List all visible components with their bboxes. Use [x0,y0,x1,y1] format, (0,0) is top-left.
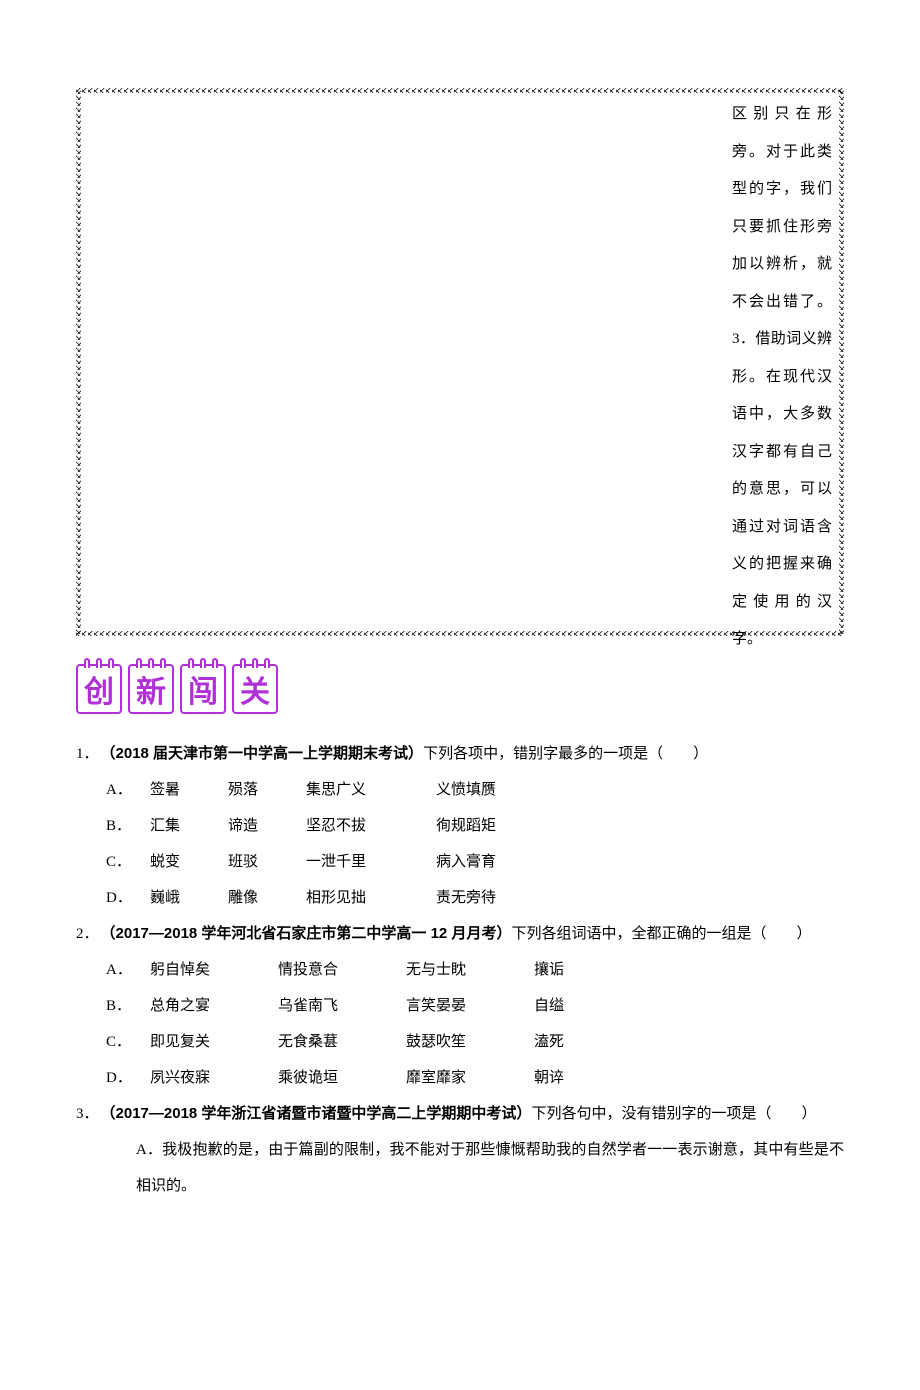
word: 溘死 [534,1024,564,1060]
option-label: B． [106,988,150,1024]
question-number: 3． [76,1096,99,1132]
option-row: B． 汇集 谛造 坚忍不拔 徇规蹈矩 [106,808,844,844]
option-text: 我极抱歉的是，由于篇副的限制，我不能对于那些慷慨帮助我的自然学者一一表示谢意，其… [136,1142,844,1194]
word: 一泄千里 [306,844,436,880]
option-row: B． 总角之宴 乌雀南飞 言笑晏晏 自缢 [106,988,844,1024]
question-1-options: A． 签暑 殒落 集思广义 义愤填赝 B． 汇集 谛造 坚忍不拔 徇规蹈矩 C．… [76,772,844,916]
word: 乌雀南飞 [278,988,406,1024]
question-2-options: A． 躬自悼矣 情投意合 无与士眈 攘诟 B． 总角之宴 乌雀南飞 言笑晏晏 自… [76,952,844,1096]
heading-char-2: 新 [128,664,174,714]
word: 攘诟 [534,952,564,988]
question-stem: 下列各句中，没有错别字的一项是（ ） [531,1106,816,1122]
heading-char-text: 新 [136,667,166,711]
question-3: 3． （2017—2018 学年浙江省诸暨市诸暨中学高二上学期期中考试）下列各句… [76,1096,844,1132]
question-1: 1． （2018 届天津市第一中学高一上学期期末考试）下列各项中，错别字最多的一… [76,736,844,772]
side-note-text: 区别只在形旁。对于此类型的字，我们只要抓住形旁加以辨析，就不会出错了。3．借助词… [732,96,832,659]
word: 巍峨 [150,880,228,916]
question-source: （2017—2018 学年浙江省诸暨市诸暨中学高二上学期期中考试） [101,1105,532,1122]
question-number: 2． [76,916,99,952]
option-words: 蜕变 班驳 一泄千里 病入膏育 [150,844,496,880]
heading-char-4: 关 [232,664,278,714]
option-label: B． [106,808,150,844]
question-body: （2017—2018 学年浙江省诸暨市诸暨中学高二上学期期中考试）下列各句中，没… [101,1096,844,1132]
word: 即见复关 [150,1024,278,1060]
option-row: D． 巍峨 雕像 相形见拙 责无旁待 [106,880,844,916]
question-stem: 下列各项中，错别字最多的一项是（ ） [423,746,708,762]
word: 无食桑葚 [278,1024,406,1060]
heading-char-text: 关 [240,667,270,711]
option-row: A． 躬自悼矣 情投意合 无与士眈 攘诟 [106,952,844,988]
word: 乘彼诡垣 [278,1060,406,1096]
option-words: 夙兴夜寐 乘彼诡垣 靡室靡家 朝谇 [150,1060,564,1096]
option-words: 巍峨 雕像 相形见拙 责无旁待 [150,880,496,916]
option-label: C． [106,844,150,880]
option-row: D． 夙兴夜寐 乘彼诡垣 靡室靡家 朝谇 [106,1060,844,1096]
question-body: （2017—2018 学年河北省石家庄市第二中学高一 12 月月考）下列各组词语… [101,916,844,952]
question-number: 1． [76,736,99,772]
word: 谛造 [228,808,306,844]
question-source: （2017—2018 学年河北省石家庄市第二中学高一 12 月月考） [101,925,512,942]
word: 雕像 [228,880,306,916]
zigzag-border-bottom [76,631,844,636]
zigzag-border-left [76,88,81,636]
note-box: 区别只在形旁。对于此类型的字，我们只要抓住形旁加以辨析，就不会出错了。3．借助词… [76,88,844,636]
questions-block: 1． （2018 届天津市第一中学高一上学期期末考试）下列各项中，错别字最多的一… [76,736,844,1204]
option-words: 签暑 殒落 集思广义 义愤填赝 [150,772,496,808]
word: 总角之宴 [150,988,278,1024]
option-row: A． 签暑 殒落 集思广义 义愤填赝 [106,772,844,808]
option-row: A．我极抱歉的是，由于篇副的限制，我不能对于那些慷慨帮助我的自然学者一一表示谢意… [106,1132,844,1204]
option-label: D． [106,1060,150,1096]
heading-char-3: 闯 [180,664,226,714]
word: 签暑 [150,772,228,808]
word: 言笑晏晏 [406,988,534,1024]
zigzag-border-right [839,88,844,636]
word: 躬自悼矣 [150,952,278,988]
zigzag-border-top [76,88,844,93]
heading-char-text: 闯 [188,667,218,711]
question-2: 2． （2017—2018 学年河北省石家庄市第二中学高一 12 月月考）下列各… [76,916,844,952]
option-words: 总角之宴 乌雀南飞 言笑晏晏 自缢 [150,988,564,1024]
word: 责无旁待 [436,880,496,916]
question-source: （2018 届天津市第一中学高一上学期期末考试） [101,745,424,762]
question-3-options: A．我极抱歉的是，由于篇副的限制，我不能对于那些慷慨帮助我的自然学者一一表示谢意… [76,1132,844,1204]
option-row: C． 即见复关 无食桑葚 鼓瑟吹笙 溘死 [106,1024,844,1060]
word: 班驳 [228,844,306,880]
word: 靡室靡家 [406,1060,534,1096]
word: 相形见拙 [306,880,436,916]
word: 无与士眈 [406,952,534,988]
word: 自缢 [534,988,564,1024]
option-label: C． [106,1024,150,1060]
word: 蜕变 [150,844,228,880]
option-label: A． [136,1142,162,1158]
word: 情投意合 [278,952,406,988]
option-label: D． [106,880,150,916]
option-label: A． [106,952,150,988]
option-label: A． [106,772,150,808]
word: 坚忍不拔 [306,808,436,844]
option-words: 躬自悼矣 情投意合 无与士眈 攘诟 [150,952,564,988]
word: 鼓瑟吹笙 [406,1024,534,1060]
word: 病入膏育 [436,844,496,880]
option-words: 即见复关 无食桑葚 鼓瑟吹笙 溘死 [150,1024,564,1060]
option-words: 汇集 谛造 坚忍不拔 徇规蹈矩 [150,808,496,844]
word: 集思广义 [306,772,436,808]
heading-char-text: 创 [84,667,114,711]
word: 徇规蹈矩 [436,808,496,844]
section-heading: 创 新 闯 关 [76,664,920,714]
word: 义愤填赝 [436,772,496,808]
word: 夙兴夜寐 [150,1060,278,1096]
word: 朝谇 [534,1060,564,1096]
question-body: （2018 届天津市第一中学高一上学期期末考试）下列各项中，错别字最多的一项是（… [101,736,844,772]
question-stem: 下列各组词语中，全都正确的一组是（ ） [511,926,811,942]
word: 汇集 [150,808,228,844]
heading-char-1: 创 [76,664,122,714]
option-row: C． 蜕变 班驳 一泄千里 病入膏育 [106,844,844,880]
word: 殒落 [228,772,306,808]
